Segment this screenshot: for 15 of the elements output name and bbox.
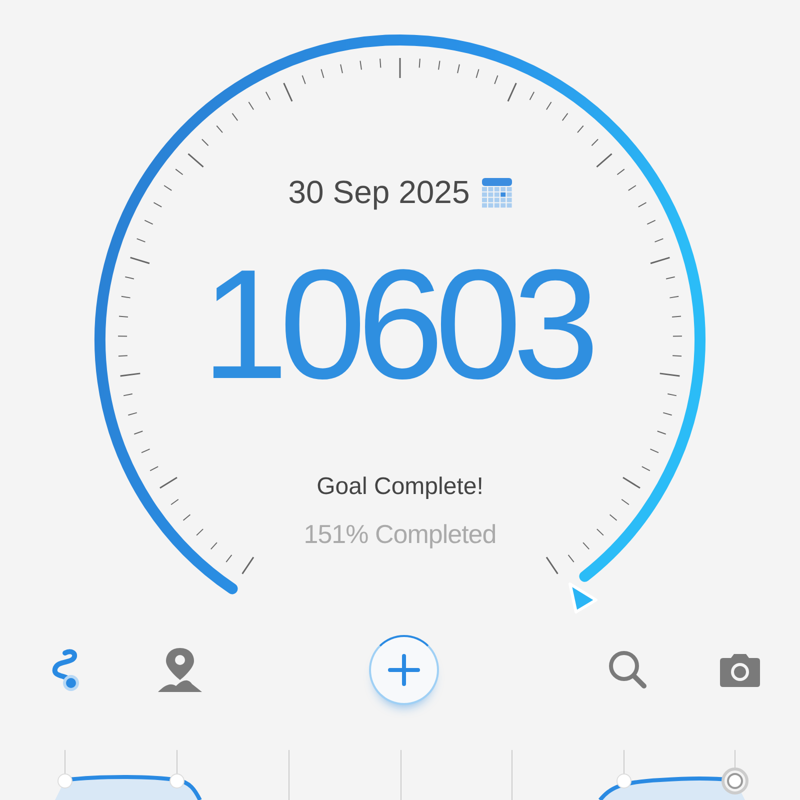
search-icon[interactable]	[608, 650, 648, 690]
step-count: 10603	[202, 247, 590, 403]
data-point	[170, 774, 184, 788]
date-label[interactable]: 30 Sep 2025	[288, 174, 470, 211]
plus-icon	[387, 653, 421, 687]
add-button[interactable]	[369, 635, 439, 705]
map-pin-icon[interactable]	[156, 646, 204, 694]
data-point	[58, 774, 72, 788]
progress-text: 151% Completed	[304, 519, 496, 550]
selected-point[interactable]	[722, 768, 748, 794]
goal-status: Goal Complete!	[316, 473, 484, 501]
arrow-head	[568, 582, 598, 614]
camera-icon[interactable]	[719, 652, 761, 688]
data-point	[616, 774, 632, 788]
calendar-icon[interactable]	[482, 178, 512, 208]
